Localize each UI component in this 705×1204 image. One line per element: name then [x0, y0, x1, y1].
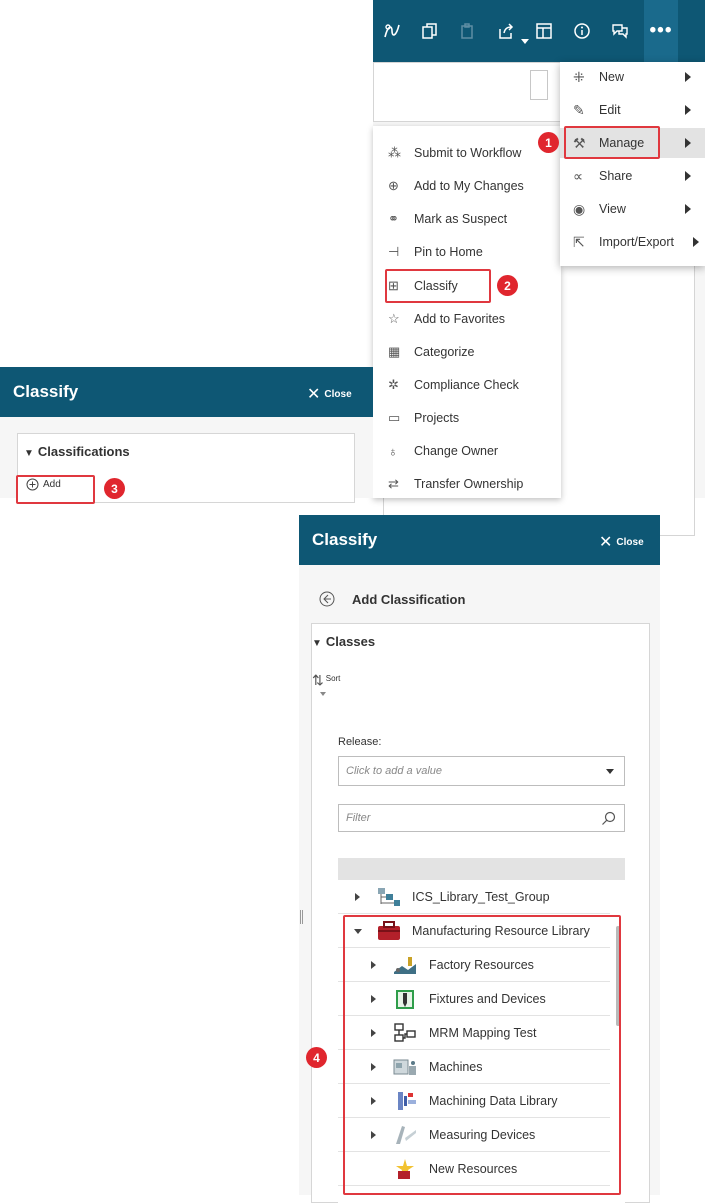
paste-icon[interactable]: [449, 0, 487, 62]
sort-button[interactable]: ⇅ Sort: [312, 672, 340, 689]
highlight-tree: [343, 915, 621, 1195]
change-owner-icon: ♁: [388, 443, 398, 459]
close-button[interactable]: ✕ Close: [307, 384, 352, 404]
menu-item-pin-home[interactable]: ⊣ Pin to Home: [388, 237, 483, 267]
categorize-icon: ▦: [388, 344, 401, 359]
import-export-icon: ⇱: [573, 233, 585, 250]
menu-item-add-to-changes[interactable]: ⊕ Add to My Changes: [388, 171, 524, 201]
command-toolbar: •••: [373, 0, 705, 62]
sort-caret-icon: [320, 692, 326, 696]
chevron-down-icon: [606, 769, 614, 774]
menu-item-edit[interactable]: ✎ Edit: [560, 95, 705, 125]
workflow-icon: ⁂: [388, 145, 401, 160]
highlight-add: [16, 475, 95, 504]
chat-icon[interactable]: [601, 0, 639, 62]
callout-badge: 2: [497, 275, 518, 296]
menu-item-import-export[interactable]: ⇱ Import/Export: [560, 227, 705, 257]
menu-item-change-owner[interactable]: ♁ Change Owner: [388, 436, 498, 466]
menu-item-projects[interactable]: ▭ Projects: [388, 403, 459, 433]
transfer-icon: ⇄: [388, 476, 399, 491]
submenu-arrow-icon: [693, 237, 699, 247]
overflow-menu: ⁜ New ✎ Edit ⚒ Manage ∝ Share ◉ View ⇱ Import/…: [560, 62, 705, 266]
workflow-icon[interactable]: [373, 0, 411, 62]
panel-header: Classify ✕ Close: [299, 515, 660, 565]
submenu-arrow-icon: [685, 105, 691, 115]
menu-item-add-favorites[interactable]: ☆ Add to Favorites: [388, 304, 505, 334]
highlight-manage: [564, 126, 660, 159]
callout-badge: 1: [538, 132, 559, 153]
section-toggle[interactable]: ▼ Classifications: [24, 444, 130, 459]
star-icon: ☆: [388, 311, 400, 326]
dropdown-caret-icon: [521, 39, 529, 44]
menu-item-compliance-check[interactable]: ✲ Compliance Check: [388, 370, 519, 400]
tree-header: [338, 858, 625, 880]
release-label: Release:: [338, 736, 382, 748]
filter-input[interactable]: Filter: [338, 804, 625, 832]
projects-icon: ▭: [388, 410, 401, 425]
edit-button[interactable]: [530, 70, 548, 100]
sort-icon: ⇅: [312, 672, 324, 688]
expanded-triangle-icon: ▼: [312, 638, 322, 649]
release-select[interactable]: Click to add a value: [338, 756, 625, 786]
manage-submenu: ⁂ Submit to Workflow ⊕ Add to My Changes ⚭…: [373, 126, 561, 498]
pencil-icon: ✎: [573, 101, 585, 118]
menu-item-transfer-ownership[interactable]: ⇄ Transfer Ownership: [388, 469, 523, 499]
menu-item-mark-suspect[interactable]: ⚭ Mark as Suspect: [388, 204, 507, 234]
panel-title: Classify: [312, 530, 378, 549]
menu-item-categorize[interactable]: ▦ Categorize: [388, 337, 474, 367]
suspect-icon: ⚭: [388, 211, 399, 226]
resize-handle[interactable]: [300, 910, 303, 924]
callout-badge: 3: [104, 478, 125, 499]
add-changes-icon: ⊕: [388, 178, 399, 193]
info-icon[interactable]: [563, 0, 601, 62]
submenu-arrow-icon: [685, 204, 691, 214]
close-button[interactable]: ✕ Close: [599, 532, 644, 552]
panel-header: Classify ✕ Close: [0, 367, 373, 417]
highlight-classify: [385, 269, 491, 303]
back-row: Add Classification: [319, 591, 465, 607]
table-icon[interactable]: [525, 0, 563, 62]
submenu-arrow-icon: [685, 138, 691, 148]
menu-item-new[interactable]: ⁜ New: [560, 62, 705, 92]
section-toggle[interactable]: ▼ Classes: [312, 634, 375, 649]
menu-item-submit-workflow[interactable]: ⁂ Submit to Workflow: [388, 138, 521, 168]
share-icon: ∝: [573, 167, 584, 184]
eye-icon: ◉: [573, 200, 586, 217]
menu-item-share[interactable]: ∝ Share: [560, 161, 705, 191]
submenu-arrow-icon: [685, 171, 691, 181]
compliance-icon: ✲: [388, 377, 399, 392]
expanded-triangle-icon: ▼: [24, 448, 34, 459]
subtitle: Add Classification: [352, 591, 466, 607]
copy-icon[interactable]: [411, 0, 449, 62]
close-icon: ✕: [599, 534, 613, 551]
expand-arrow-icon[interactable]: [355, 893, 360, 901]
close-icon: ✕: [307, 386, 321, 403]
pin-icon: ⊣: [388, 244, 400, 259]
more-icon[interactable]: •••: [644, 0, 678, 62]
panel-title: Classify: [13, 382, 79, 401]
submenu-arrow-icon: [685, 72, 691, 82]
tree-row-ics-library[interactable]: ICS_Library_Test_Group: [338, 880, 610, 914]
share-export-icon[interactable]: [487, 0, 525, 62]
menu-item-view[interactable]: ◉ View: [560, 194, 705, 224]
search-icon[interactable]: [601, 811, 616, 826]
back-arrow-icon[interactable]: [319, 591, 335, 607]
sparkle-icon: ⁜: [573, 68, 585, 85]
callout-badge: 4: [306, 1047, 327, 1068]
group-class-icon: [378, 888, 400, 906]
